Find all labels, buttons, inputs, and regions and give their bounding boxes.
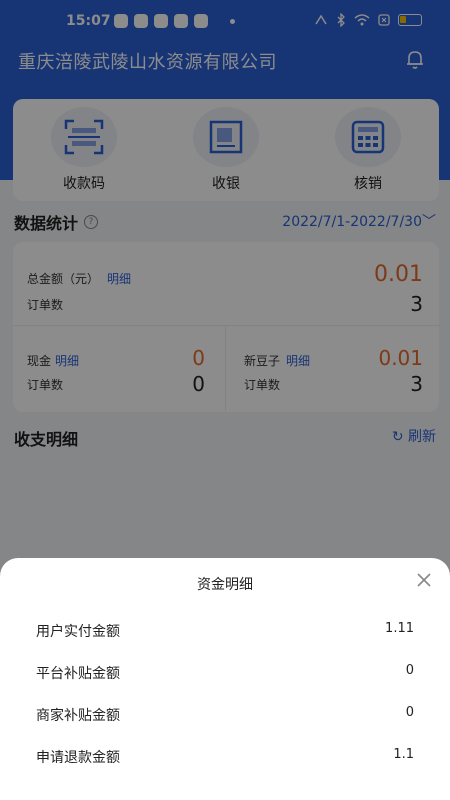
sheet-row-label: 商家补贴金额 (36, 708, 120, 724)
sheet-row-value: 1.1 (393, 747, 414, 762)
close-icon[interactable] (416, 572, 432, 588)
fund-detail-sheet: 资金明细 用户实付金额 1.11 平台补贴金额 0 商家补贴金额 0 申请退款金… (0, 558, 450, 800)
sheet-row-value: 0 (405, 663, 414, 678)
sheet-row: 平台补贴金额 0 (36, 663, 416, 683)
sheet-row: 申请退款金额 1.1 (36, 747, 416, 767)
sheet-row-value: 1.11 (385, 621, 414, 636)
sheet-row-label: 申请退款金额 (36, 750, 120, 766)
sheet-row: 商家补贴金额 0 (36, 705, 416, 725)
sheet-row: 用户实付金额 1.11 (36, 621, 416, 641)
sheet-row-label: 平台补贴金额 (36, 666, 120, 682)
sheet-row-label: 用户实付金额 (36, 624, 120, 640)
sheet-row-value: 0 (405, 705, 414, 720)
sheet-title: 资金明细 (197, 577, 253, 593)
